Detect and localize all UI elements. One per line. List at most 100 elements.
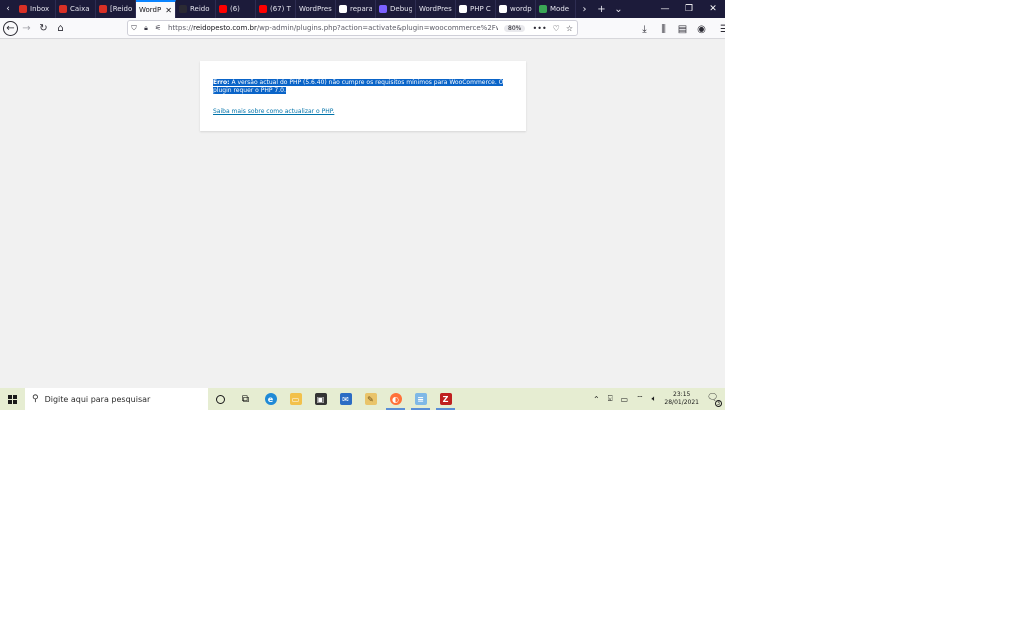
page-actions: ••• ♡ ☆: [533, 24, 578, 33]
error-text: Erro: A versão actual do PHP (5.6.40) nã…: [213, 79, 513, 95]
error-label: Erro:: [213, 79, 230, 86]
tab-label: PHP C: [470, 5, 491, 13]
browser-tab[interactable]: PHP C: [456, 0, 496, 18]
browser-tab[interactable]: [Reido: [96, 0, 136, 18]
show-hidden-icons-icon[interactable]: ⌃: [593, 395, 600, 404]
clock-time: 23:15: [673, 391, 691, 398]
url-scheme: https://: [168, 24, 194, 32]
clock[interactable]: 23:15 28/01/2021: [664, 391, 699, 407]
gmail-icon: [19, 5, 27, 13]
notepad-icon[interactable]: ≡: [408, 388, 433, 410]
taskbar-search-box[interactable]: ⚲ Digite aqui para pesquisar: [25, 388, 208, 410]
usb-device-icon[interactable]: ⍌: [608, 394, 613, 404]
app-menu-icon[interactable]: ☰: [716, 21, 725, 38]
browser-tab[interactable]: Caixa: [56, 0, 96, 18]
tab-list: Inbox Caixa [Reido WordP ✕ Reido (6) (67) T Word…: [16, 0, 576, 18]
google-icon: [499, 5, 507, 13]
back-button[interactable]: ←: [3, 20, 18, 36]
youtube-icon: [259, 5, 267, 13]
browser-tab[interactable]: Debug: [376, 0, 416, 18]
window-controls: — ❐ ✕: [653, 0, 725, 18]
network-icon[interactable]: ⌔: [636, 394, 644, 404]
windows-logo-icon: [8, 394, 17, 404]
browser-tab[interactable]: (6): [216, 0, 256, 18]
pocket-icon[interactable]: ♡: [553, 24, 560, 33]
desktop-screen: ‹ Inbox Caixa [Reido WordP ✕ Reido (6) (67) T Wo…: [0, 0, 725, 410]
tracking-shield-icon[interactable]: ⛉: [128, 24, 140, 33]
page-content: Erro: A versão actual do PHP (5.6.40) nã…: [0, 40, 725, 388]
new-tab-button[interactable]: +: [593, 0, 610, 18]
address-bar[interactable]: ⛉ 🔒︎ ⚟ https://reidopesto.com.br/wp-admi…: [127, 20, 578, 36]
permissions-icon[interactable]: ⚟: [152, 24, 164, 32]
sidebar-icon[interactable]: ▤: [674, 21, 691, 38]
tab-label: Caixa: [70, 5, 90, 13]
browser-tab[interactable]: Mode: [536, 0, 576, 18]
firefox-icon[interactable]: ◐: [383, 388, 408, 410]
tab-label: WordPres: [299, 5, 332, 13]
zoom-level-badge[interactable]: 80%: [504, 24, 526, 32]
browser-tab[interactable]: (67) T: [256, 0, 296, 18]
account-icon[interactable]: ◉: [693, 21, 710, 38]
tab-label: Debug: [390, 5, 412, 13]
tab-strip: ‹ Inbox Caixa [Reido WordP ✕ Reido (6) (67) T Wo…: [0, 0, 725, 18]
action-center-icon[interactable]: 🗨︎ 3: [707, 393, 722, 407]
scroll-tabs-right-icon[interactable]: ›: [576, 0, 593, 18]
bookmark-star-icon[interactable]: ☆: [566, 24, 573, 33]
browser-tab[interactable]: wordp: [496, 0, 536, 18]
tab-label: repara: [350, 5, 372, 13]
filezilla-icon[interactable]: Z: [433, 388, 458, 410]
wp-icon: [179, 5, 187, 13]
battery-icon[interactable]: ▭: [621, 395, 629, 404]
tab-label: Inbox: [30, 5, 50, 13]
mail-icon[interactable]: ✉: [333, 388, 358, 410]
restore-icon[interactable]: ❐: [677, 0, 701, 18]
forward-button[interactable]: →: [18, 20, 35, 37]
debug-icon: [379, 5, 387, 13]
url-path: /wp-admin/plugins.php?action=activate&pl…: [256, 24, 498, 32]
gmail-icon: [59, 5, 67, 13]
system-tray: ⌃ ⍌ ▭ ⌔ 🔈︎ 23:15 28/01/2021 🗨︎ 3: [593, 391, 725, 407]
file-explorer-icon[interactable]: ▭: [283, 388, 308, 410]
paint-icon[interactable]: ✎: [358, 388, 383, 410]
browser-tab[interactable]: WordPres: [416, 0, 456, 18]
update-php-link[interactable]: Saiba mais sobre como actualizar o PHP.: [213, 108, 513, 115]
task-view-icon[interactable]: ⧉: [233, 388, 258, 410]
minimize-icon[interactable]: —: [653, 0, 677, 18]
cortana-icon[interactable]: [208, 388, 233, 410]
list-tabs-button[interactable]: ⌄: [610, 0, 627, 18]
youtube-icon: [219, 5, 227, 13]
close-window-icon[interactable]: ✕: [701, 0, 725, 18]
browser-tab[interactable]: repara: [336, 0, 376, 18]
lock-icon[interactable]: 🔒︎: [140, 24, 152, 33]
page-actions-menu-icon[interactable]: •••: [533, 24, 547, 33]
home-button[interactable]: ⌂: [52, 20, 69, 37]
notification-count: 3: [715, 400, 722, 407]
search-placeholder: Digite aqui para pesquisar: [44, 394, 151, 404]
url-text[interactable]: https://reidopesto.com.br/wp-admin/plugi…: [168, 24, 498, 32]
browser-tab[interactable]: WordPres: [296, 0, 336, 18]
browser-tab[interactable]: WordP ✕: [136, 0, 176, 18]
tab-label: (67) T: [270, 5, 291, 13]
browser-tab[interactable]: Reido: [176, 0, 216, 18]
close-tab-icon[interactable]: ✕: [165, 6, 172, 15]
start-button[interactable]: [0, 388, 25, 410]
store-icon[interactable]: ▣: [308, 388, 333, 410]
toolbar-right: ⤓ ⫼ ▤ ◉ ☰: [636, 21, 725, 38]
tab-label: wordp: [510, 5, 532, 13]
tab-label: [Reido: [110, 5, 132, 13]
scroll-tabs-left-icon[interactable]: ‹: [0, 0, 16, 18]
volume-icon[interactable]: 🔈︎: [652, 394, 657, 404]
reload-button[interactable]: ↻: [35, 20, 52, 37]
google-icon: [339, 5, 347, 13]
tab-label: (6): [230, 5, 240, 13]
library-icon[interactable]: ⫼: [655, 21, 672, 38]
tab-label: WordP: [139, 6, 162, 14]
browser-tab[interactable]: Inbox: [16, 0, 56, 18]
tab-label: Mode: [550, 5, 570, 13]
site-icon: [539, 5, 547, 13]
tab-label: Reido: [190, 5, 210, 13]
edge-icon[interactable]: e: [258, 388, 283, 410]
clock-date: 28/01/2021: [664, 399, 699, 406]
error-message-card: Erro: A versão actual do PHP (5.6.40) nã…: [200, 61, 526, 131]
downloads-icon[interactable]: ⤓: [636, 21, 653, 38]
